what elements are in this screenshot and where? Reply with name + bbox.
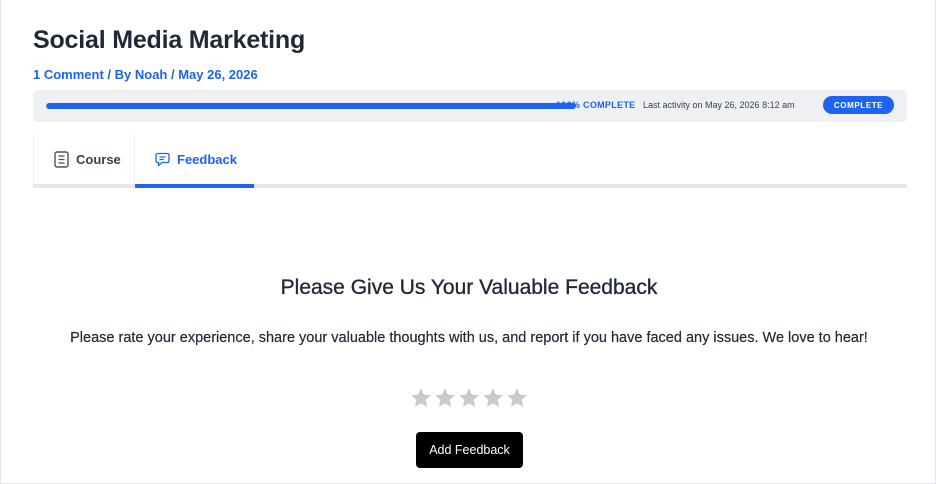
feedback-heading: Please Give Us Your Valuable Feedback xyxy=(280,276,658,299)
add-feedback-button[interactable]: Add Feedback xyxy=(416,432,523,468)
page-frame: Social Media Marketing 1 Comment / By No… xyxy=(0,0,936,484)
document-icon xyxy=(54,150,69,168)
progress-bar xyxy=(46,103,576,109)
feedback-description: Please rate your experience, share your … xyxy=(70,330,868,346)
star-icon[interactable] xyxy=(457,386,481,410)
course-meta: 1 Comment / By Noah / May 26, 2026 xyxy=(33,67,258,82)
tab-feedback[interactable]: Feedback xyxy=(135,134,254,184)
progress-percent-label: 100% COMPLETE xyxy=(556,100,636,110)
date-link[interactable]: May 26, 2026 xyxy=(178,67,258,82)
tab-feedback-label: Feedback xyxy=(177,151,237,167)
progress-fill xyxy=(46,103,576,109)
meta-separator: / xyxy=(103,67,115,82)
status-badge: COMPLETE xyxy=(823,96,894,114)
star-rating xyxy=(1,386,936,410)
course-title: Social Media Marketing xyxy=(33,26,306,54)
meta-separator: / xyxy=(167,67,179,82)
tab-course-label: Course xyxy=(76,151,121,167)
star-icon[interactable] xyxy=(481,386,505,410)
tab-course[interactable]: Course xyxy=(33,134,135,184)
active-tab-indicator xyxy=(135,184,254,188)
last-activity-text: Last activity on May 26, 2026 8:12 am xyxy=(643,100,795,110)
author-link[interactable]: By Noah xyxy=(115,67,168,82)
star-icon[interactable] xyxy=(433,386,457,410)
star-icon[interactable] xyxy=(505,386,529,410)
comments-link[interactable]: 1 Comment xyxy=(33,67,104,82)
progress-panel: 100% COMPLETE Last activity on May 26, 2… xyxy=(33,90,907,122)
tab-bar: Course Feedback xyxy=(33,134,907,188)
chat-bubble-icon xyxy=(155,152,170,167)
star-icon[interactable] xyxy=(409,386,433,410)
